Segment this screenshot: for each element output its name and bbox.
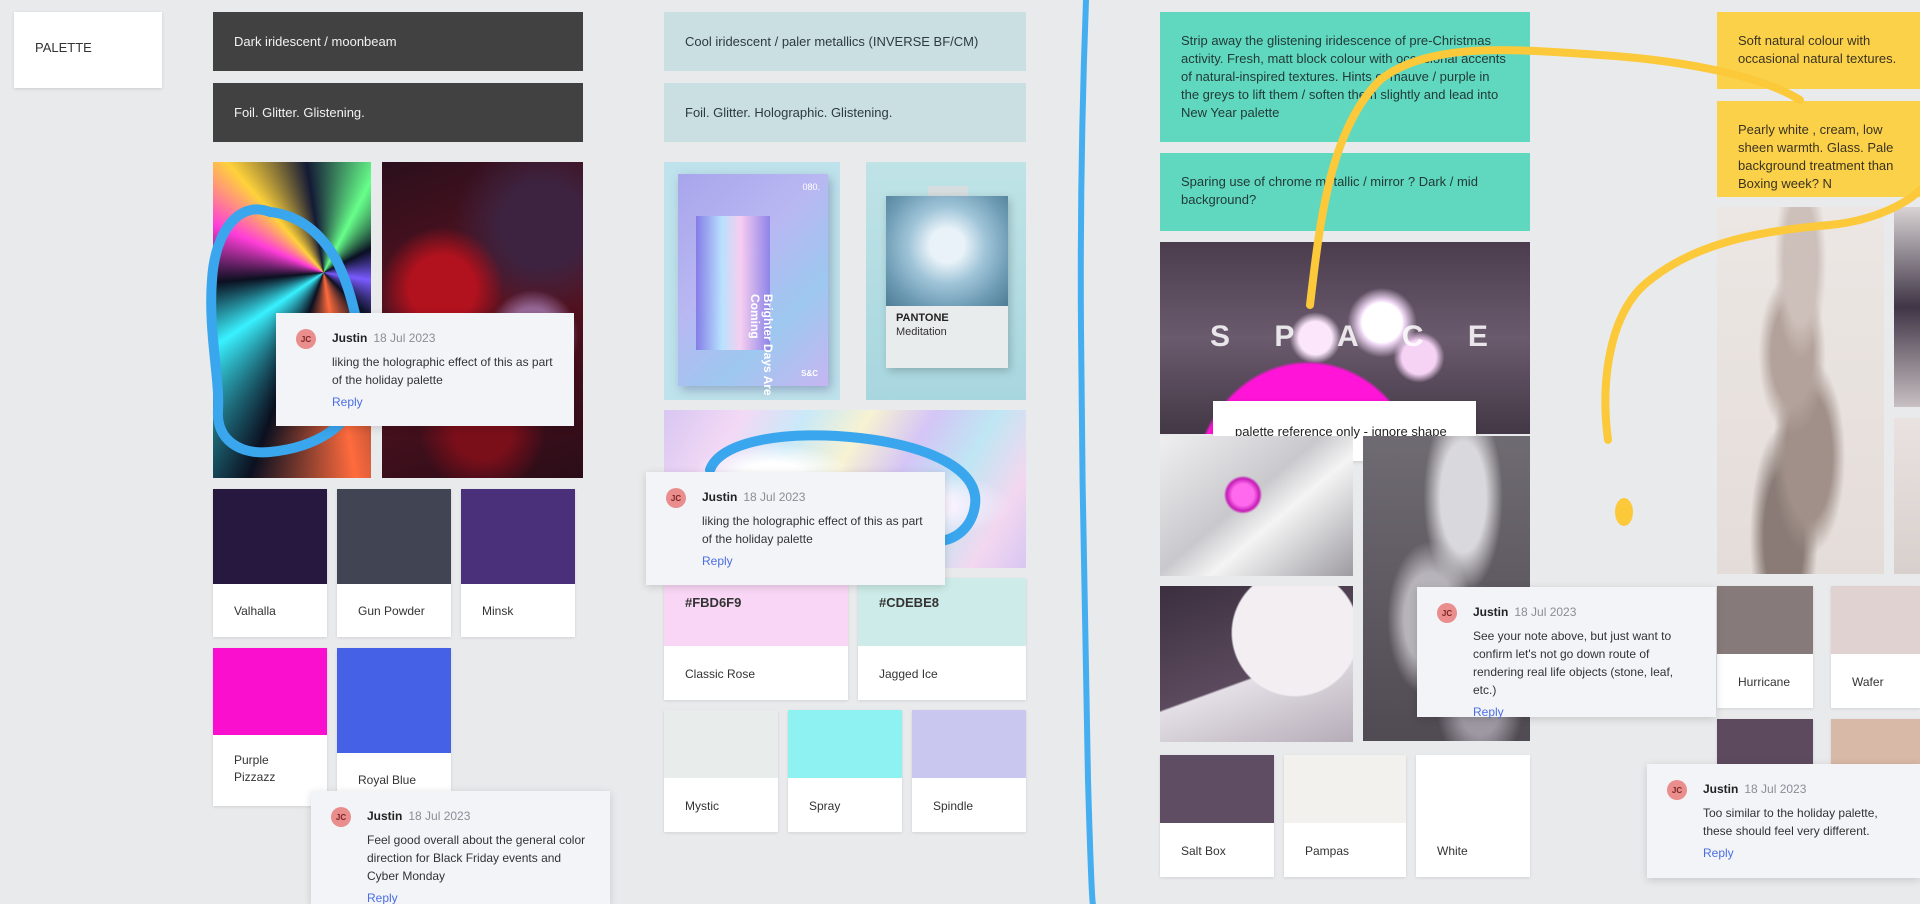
comment-author: Justin [367, 809, 403, 823]
comment-date: 18 Jul 2023 [743, 490, 806, 504]
reply-link[interactable]: Reply [332, 395, 363, 409]
comment-body: Feel good overall about the general colo… [367, 833, 586, 883]
comment-card[interactable]: JC Justin 18 Jul 2023 liking the holograp… [646, 472, 945, 585]
avatar[interactable]: JC [296, 329, 316, 349]
comment-author: Justin [1703, 782, 1739, 796]
comment-date: 18 Jul 2023 [408, 809, 471, 823]
reply-link[interactable]: Reply [702, 554, 733, 568]
avatar[interactable]: JC [1437, 603, 1457, 623]
comment-date: 18 Jul 2023 [373, 331, 436, 345]
comment-card[interactable]: JC Justin 18 Jul 2023 Feel good overall a… [311, 791, 610, 904]
yellow-marker-dot [1615, 498, 1633, 526]
comment-date: 18 Jul 2023 [1744, 782, 1807, 796]
reply-link[interactable]: Reply [1703, 846, 1734, 860]
yellow-marker-curve-2 [1601, 186, 1920, 444]
avatar[interactable]: JC [331, 807, 351, 827]
comment-author: Justin [332, 331, 368, 345]
blue-divider-line [1077, 0, 1096, 904]
avatar[interactable]: JC [1667, 780, 1687, 800]
comment-body: liking the holographic effect of this as… [332, 355, 553, 387]
comment-body: Too similar to the holiday palette, thes… [1703, 806, 1878, 838]
comment-author: Justin [1473, 605, 1509, 619]
reply-link[interactable]: Reply [1473, 705, 1504, 719]
comment-body: liking the holographic effect of this as… [702, 514, 923, 546]
comment-date: 18 Jul 2023 [1514, 605, 1577, 619]
comment-card[interactable]: JC Justin 18 Jul 2023 Too similar to the … [1647, 764, 1920, 878]
yellow-marker-curve-1 [1306, 46, 1804, 309]
comment-card[interactable]: JC Justin 18 Jul 2023 liking the holograp… [276, 313, 574, 426]
reply-link[interactable]: Reply [367, 891, 398, 904]
comment-card[interactable]: JC Justin 18 Jul 2023 See your note above… [1417, 587, 1716, 719]
comment-body: See your note above, but just want to co… [1473, 629, 1674, 697]
marker-drawings [206, 0, 1920, 904]
comment-author: Justin [702, 490, 738, 504]
avatar[interactable]: JC [666, 488, 686, 508]
